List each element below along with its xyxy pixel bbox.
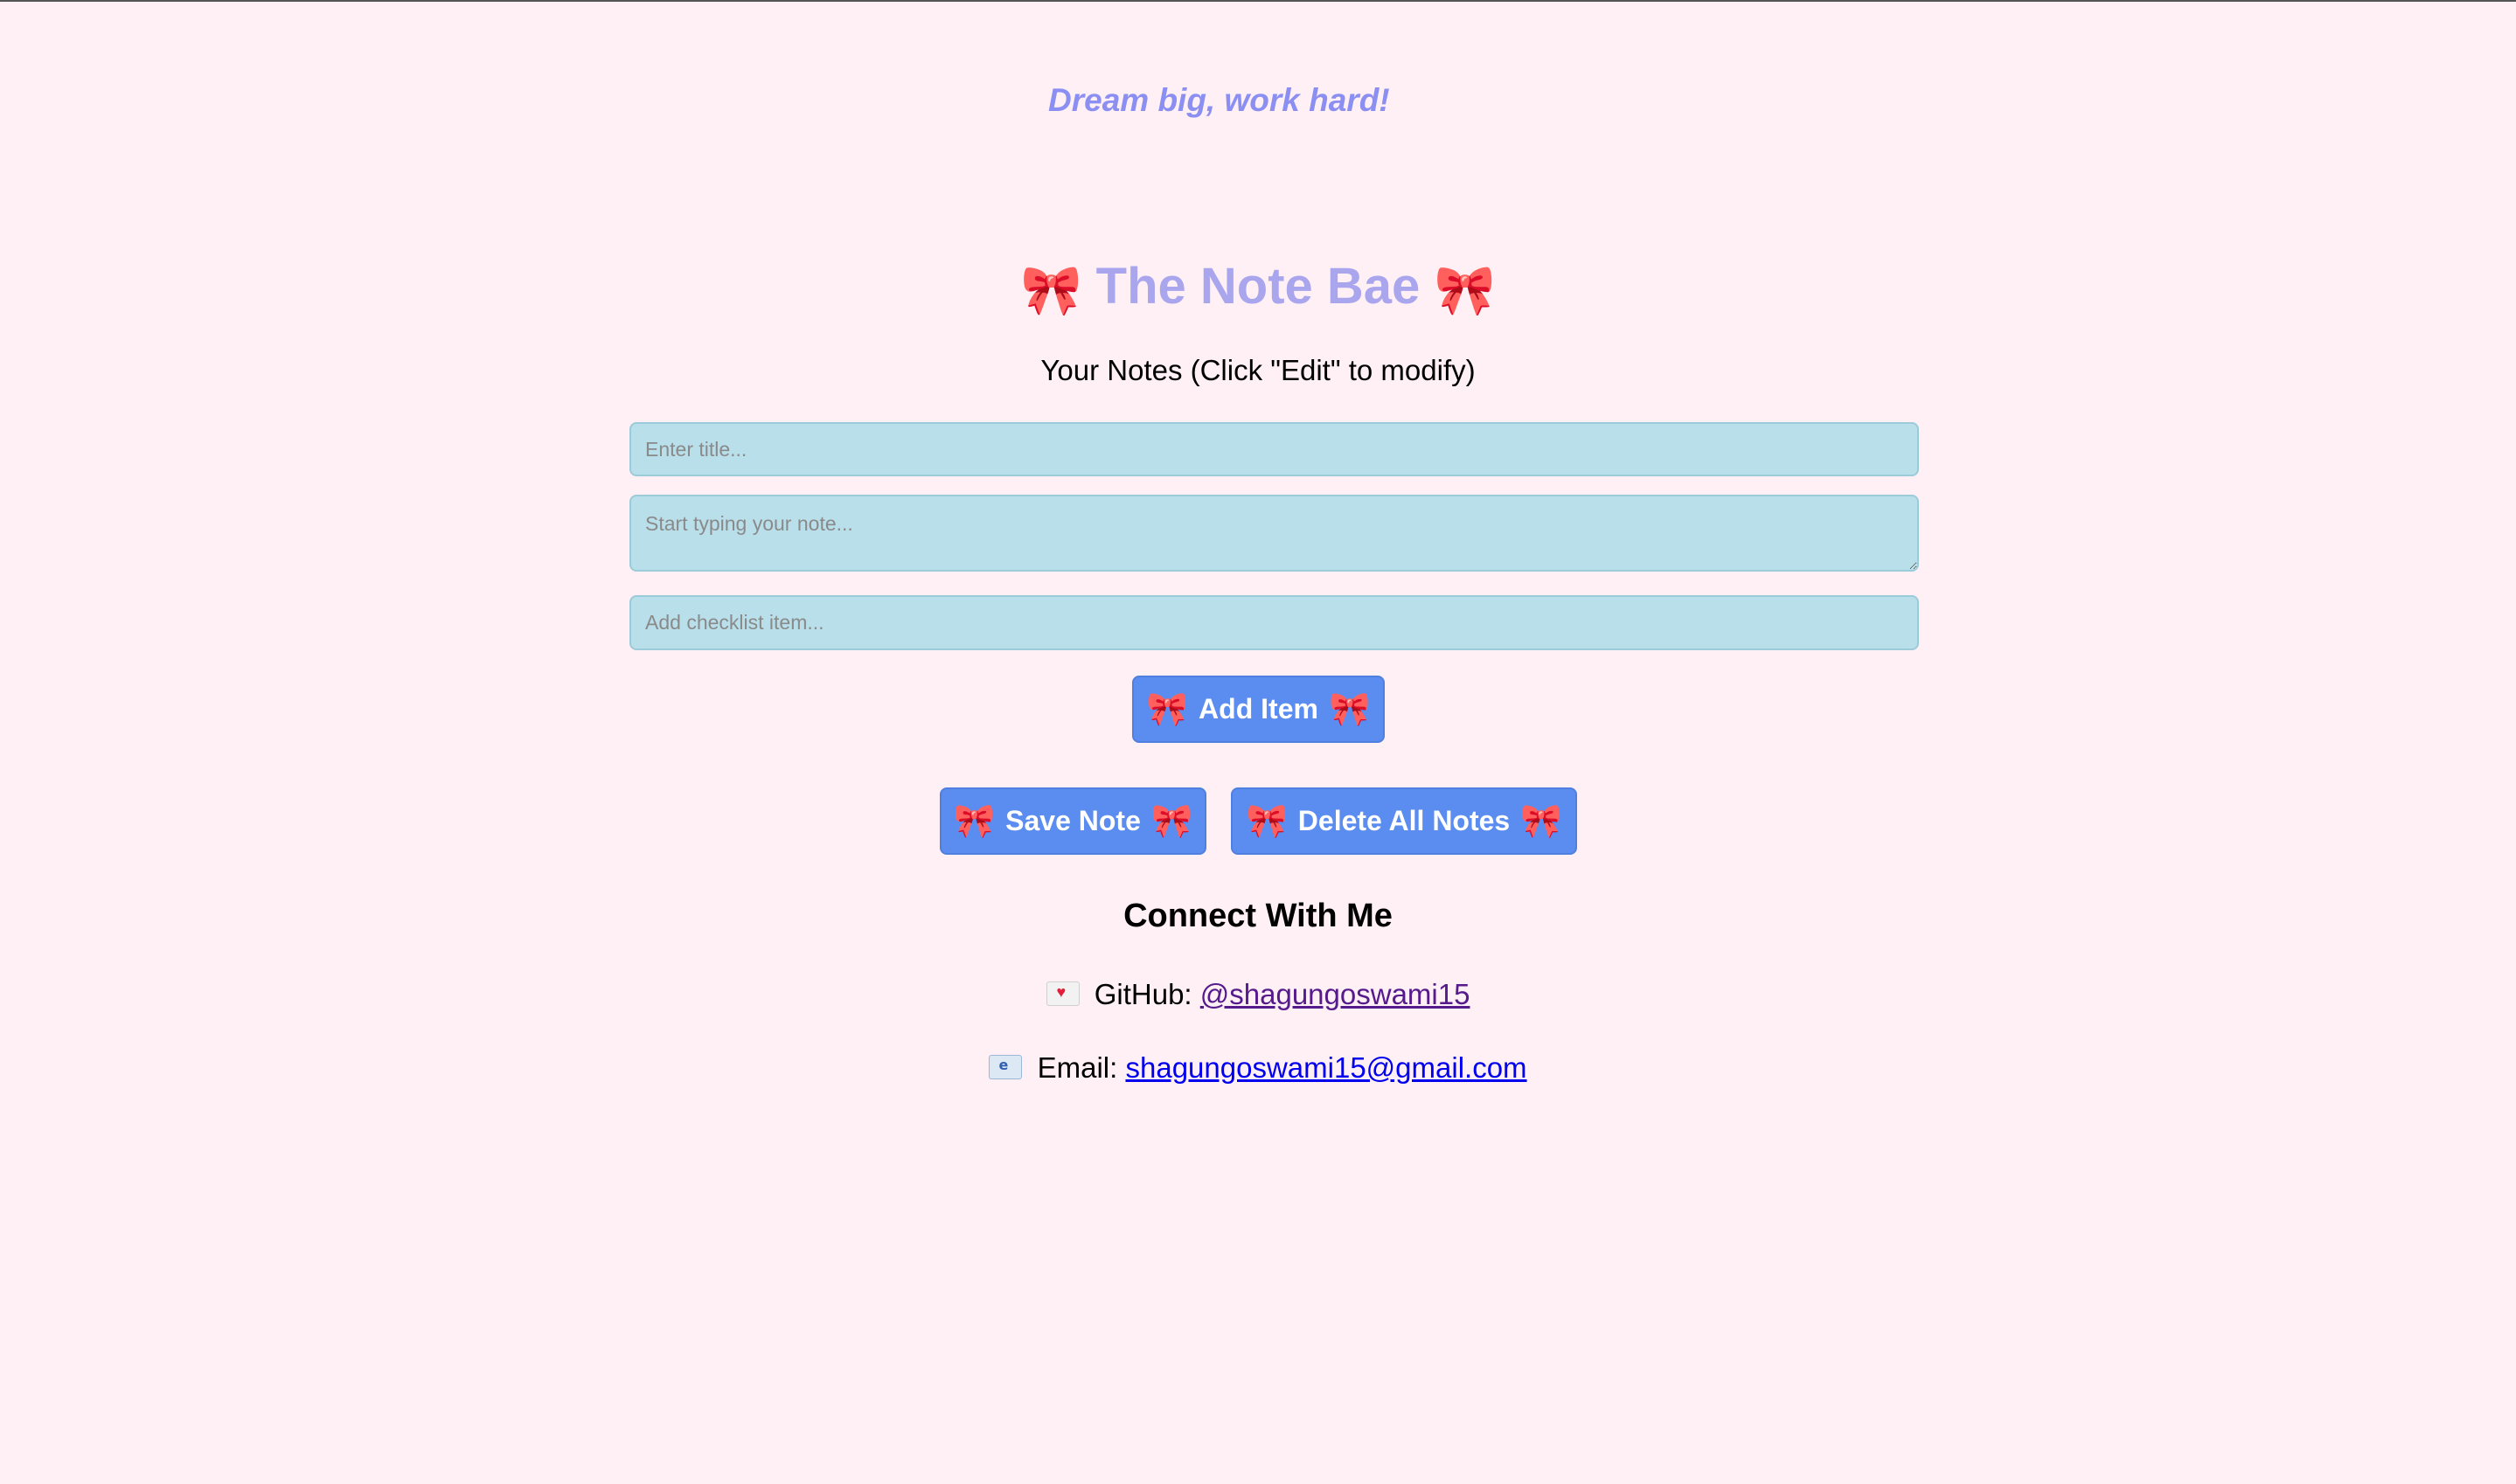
bow-icon: 🎀 [1146,690,1189,728]
save-note-label: Save Note [1005,805,1141,836]
bow-icon: 🎀 [1246,802,1288,840]
bow-icon: 🎀 [953,802,996,840]
bow-icon: 🎀 [1434,261,1496,317]
email-contact: e Email: shagungoswami15@gmail.com [0,1051,2516,1085]
notes-subtitle: Your Notes (Click "Edit" to modify) [1040,354,1476,386]
email-link[interactable]: shagungoswami15@gmail.com [1125,1051,1526,1084]
e-mail-icon: e [989,1055,1023,1079]
app-title-text: The Note Bae [1095,258,1421,315]
motivational-quote: Dream big, work hard! [1048,82,1390,118]
github-label: GitHub: [1094,978,1192,1010]
bow-icon: 🎀 [1520,802,1562,840]
save-note-button[interactable]: 🎀 Save Note 🎀 [940,787,1206,855]
email-label: Email: [1037,1051,1118,1084]
checklist-item-input[interactable] [629,595,1919,650]
delete-all-label: Delete All Notes [1297,805,1511,836]
add-item-label: Add Item [1199,693,1318,725]
title-input[interactable] [629,422,1919,476]
github-link[interactable]: @shagungoswami15 [1200,978,1470,1010]
github-contact: ♥ GitHub: @shagungoswami15 [0,978,2516,1011]
page: Dream big, work hard! 🎀 The Note Bae 🎀 Y… [0,2,2516,1484]
add-item-button[interactable]: 🎀 Add Item 🎀 [1132,676,1385,743]
delete-all-notes-button[interactable]: 🎀 Delete All Notes 🎀 [1231,787,1577,855]
bow-icon: 🎀 [1020,261,1082,317]
love-letter-icon: ♥ [1046,981,1080,1006]
connect-heading: Connect With Me [1123,898,1393,934]
bow-icon: 🎀 [1328,690,1371,728]
app-title: 🎀 The Note Bae 🎀 [0,257,2516,316]
bow-icon: 🎀 [1150,802,1193,840]
note-textarea[interactable] [629,495,1919,572]
